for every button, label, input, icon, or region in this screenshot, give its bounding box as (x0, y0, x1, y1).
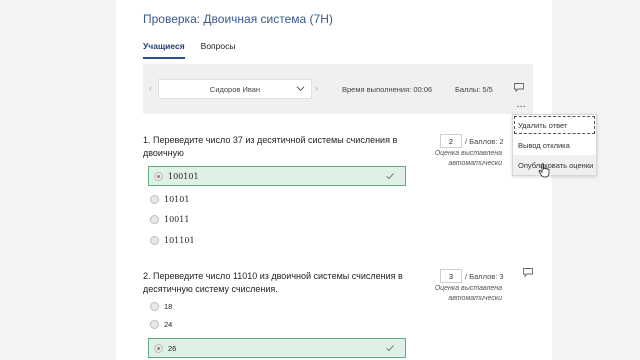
page-title: Проверка: Двоичная система (7H) (143, 12, 333, 26)
question-2-auto-note: Оценка выставлена автоматически (434, 285, 502, 302)
tab-bar: Учащиеся Вопросы (143, 41, 235, 59)
tab-questions[interactable]: Вопросы (201, 41, 236, 59)
option-label: 100101 (168, 171, 199, 181)
option-label: 101101 (164, 236, 195, 245)
checkmark-icon (386, 173, 394, 180)
menu-item-publish-scores[interactable]: Опубликовать оценки (513, 155, 596, 175)
question-2-option: 18 (150, 302, 172, 311)
comment-icon[interactable] (523, 268, 533, 277)
option-label: 18 (164, 302, 173, 311)
question-2-text: 2. Переведите число 11010 из двоичной си… (143, 271, 403, 294)
question-1-auto-note: Оценка выставлена автоматически (434, 150, 502, 167)
more-options-icon[interactable]: ... (517, 100, 526, 109)
hand-cursor-icon (538, 163, 550, 178)
time-spent: Время выполнения: 00:06 (342, 85, 433, 94)
radio-icon (150, 236, 159, 245)
radio-icon (150, 320, 159, 329)
option-label: 10011 (164, 215, 190, 224)
menu-item-delete-response[interactable]: Удалить ответ (513, 115, 596, 135)
question-1-points-label: / Баллов: 2 (465, 137, 504, 146)
question-1-option-correct: 100101 (148, 166, 406, 186)
radio-icon (150, 215, 159, 224)
question-1-points-input[interactable]: 2 (440, 134, 462, 148)
option-label: 24 (164, 320, 173, 329)
option-label: 10101 (164, 195, 190, 204)
question-1-option: 10101 (150, 195, 189, 204)
checkmark-icon (386, 345, 394, 352)
question-1-option: 101101 (150, 236, 195, 245)
student-name: Сидоров Иван (209, 84, 261, 94)
radio-icon (150, 195, 159, 204)
more-options-menu: Удалить ответ Вывод отклика Опубликовать… (512, 114, 597, 176)
question-1-option: 10011 (150, 215, 189, 224)
next-student-arrow-icon[interactable]: › (315, 83, 318, 93)
student-select[interactable]: Сидоров Иван (158, 79, 312, 99)
radio-icon (154, 343, 163, 353)
question-2-option-correct: 26 (148, 338, 406, 358)
menu-item-export-response[interactable]: Вывод отклика (513, 135, 596, 155)
radio-icon (154, 171, 163, 181)
question-1-text: 1. Переведите число 37 из десятичной сис… (143, 135, 398, 158)
question-2-points-label: / Баллов: 3 (465, 272, 504, 281)
tab-students[interactable]: Учащиеся (143, 41, 185, 59)
question-2-option: 24 (150, 320, 172, 329)
prev-student-arrow-icon[interactable]: ‹ (149, 83, 152, 93)
option-label: 26 (168, 343, 177, 353)
chevron-down-icon (296, 86, 305, 92)
radio-icon (150, 302, 159, 311)
comment-icon[interactable] (514, 83, 524, 92)
score-summary: Баллы: 5/5 (455, 85, 493, 94)
question-2-points-input[interactable]: 3 (440, 269, 462, 283)
